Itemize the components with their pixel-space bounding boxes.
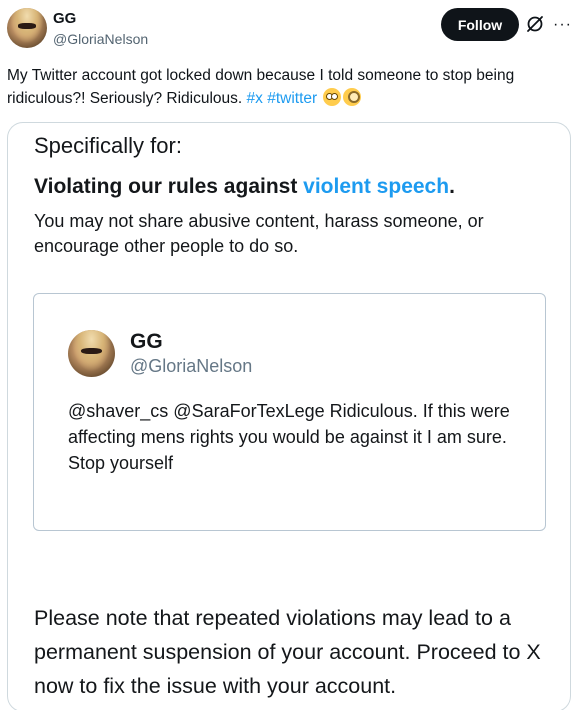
- hashtag-x[interactable]: #x: [247, 90, 263, 107]
- more-icon[interactable]: ···: [553, 16, 572, 34]
- author-name[interactable]: GG: [53, 10, 76, 27]
- quoted-author-handle: @GloriaNelson: [130, 356, 253, 376]
- violation-prefix: Violating our rules against: [34, 175, 304, 198]
- author-avatar[interactable]: [7, 8, 47, 48]
- violation-description: You may not share abusive content, haras…: [34, 211, 484, 256]
- follow-button[interactable]: Follow: [441, 8, 519, 41]
- avatar-sunglasses: [18, 23, 36, 29]
- violent-speech-link: violent speech: [303, 175, 450, 198]
- specifically-label: Specifically for:: [34, 133, 182, 158]
- quoted-avatar-sunglasses: [81, 347, 102, 355]
- quoted-avatar: [68, 330, 115, 377]
- violation-title: Violating our rules against violent spee…: [34, 175, 455, 199]
- quoted-author-name: GG: [130, 330, 163, 353]
- quoted-tweet-card: GG @GloriaNelson @shaver_cs @SaraForTexL…: [33, 293, 546, 531]
- author-handle[interactable]: @GloriaNelson: [53, 31, 148, 47]
- suspension-notice: Please note that repeated violations may…: [34, 606, 541, 698]
- flushed-face-emoji: [323, 88, 342, 106]
- grok-icon[interactable]: [525, 14, 545, 34]
- quoted-tweet-text: @shaver_cs @SaraForTexLege Ridiculous. I…: [68, 401, 510, 473]
- face-with-monocle-emoji: [343, 88, 362, 106]
- post-text: My Twitter account got locked down becau…: [7, 64, 567, 110]
- hashtag-twitter[interactable]: #twitter: [267, 90, 317, 107]
- violation-suffix: .: [449, 175, 455, 198]
- attached-image[interactable]: Specifically for: Violating our rules ag…: [7, 122, 571, 710]
